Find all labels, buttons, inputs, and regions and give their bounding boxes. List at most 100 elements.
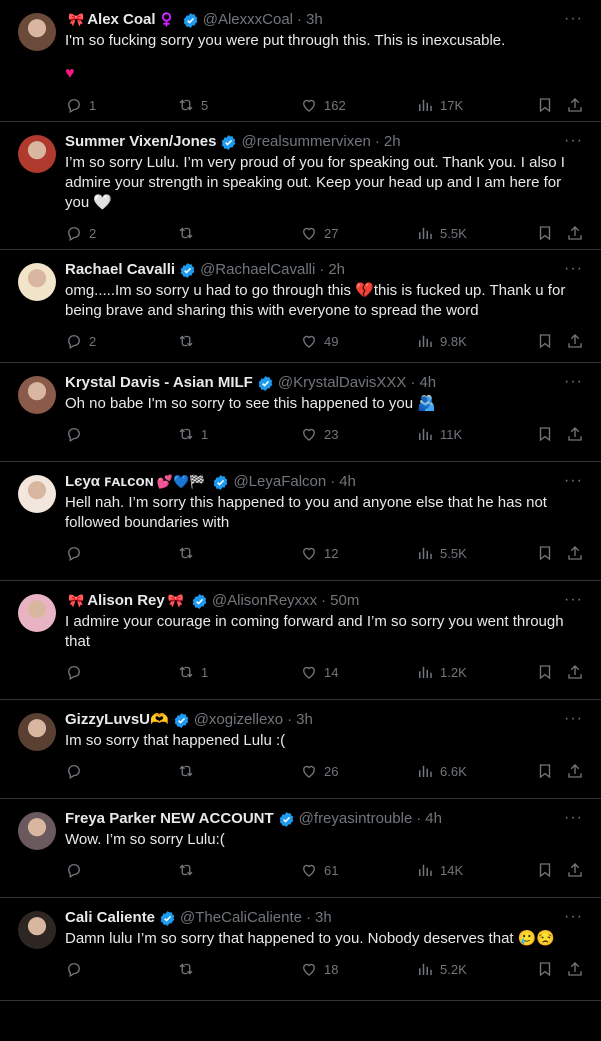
avatar[interactable] [18, 594, 56, 632]
timestamp[interactable]: 50m [330, 591, 359, 611]
retweet-button[interactable] [177, 544, 201, 562]
views-button[interactable]: 14K [416, 861, 463, 879]
timestamp[interactable]: 2h [328, 260, 345, 280]
reply-button[interactable] [65, 960, 89, 978]
views-button[interactable]: 1.2K [416, 663, 467, 681]
user-handle[interactable]: @AlisonReyxxx [212, 591, 317, 611]
display-name[interactable]: Krystal Davis - Asian MILF [65, 373, 253, 393]
bookmark-button[interactable] [536, 332, 554, 350]
avatar[interactable] [18, 812, 56, 850]
like-button[interactable]: 26 [300, 762, 338, 780]
avatar[interactable] [18, 475, 56, 513]
like-button[interactable]: 162 [300, 96, 346, 114]
user-handle[interactable]: @realsummervixen [241, 132, 370, 152]
like-button[interactable]: 12 [300, 544, 338, 562]
user-handle[interactable]: @LeyaFalcon [233, 472, 326, 492]
share-button[interactable] [566, 861, 584, 879]
user-handle[interactable]: @xogizellexo [194, 710, 283, 730]
more-icon[interactable]: ··· [564, 260, 583, 278]
like-button[interactable]: 18 [300, 960, 338, 978]
display-name[interactable]: GizzyLuvsU🫶 [65, 710, 169, 730]
retweet-button[interactable] [177, 960, 201, 978]
views-button[interactable]: 5.5K [416, 224, 467, 242]
timestamp[interactable]: 3h [315, 908, 332, 928]
share-button[interactable] [566, 544, 584, 562]
tweet[interactable]: Summer Vixen/Jones @realsummervixen · 2h… [0, 122, 601, 250]
bookmark-button[interactable] [536, 762, 554, 780]
tweet[interactable]: Freya Parker NEW ACCOUNT @freyasintroubl… [0, 799, 601, 898]
like-button[interactable]: 14 [300, 663, 338, 681]
display-name[interactable]: Freya Parker NEW ACCOUNT [65, 809, 274, 829]
share-button[interactable] [566, 762, 584, 780]
avatar[interactable] [18, 376, 56, 414]
reply-button[interactable] [65, 425, 89, 443]
share-button[interactable] [566, 663, 584, 681]
like-button[interactable]: 49 [300, 332, 338, 350]
tweet[interactable]: GizzyLuvsU🫶 @xogizellexo · 3h ··· Im so … [0, 700, 601, 799]
retweet-button[interactable] [177, 762, 201, 780]
bookmark-button[interactable] [536, 544, 554, 562]
user-handle[interactable]: @AlexxxCoal [203, 10, 293, 30]
tweet[interactable]: Krystal Davis - Asian MILF @KrystalDavis… [0, 363, 601, 462]
more-icon[interactable]: ··· [564, 132, 583, 150]
reply-button[interactable]: 1 [65, 96, 96, 114]
display-name[interactable]: Rachael Cavalli [65, 260, 175, 280]
like-button[interactable]: 61 [300, 861, 338, 879]
more-icon[interactable]: ··· [564, 373, 583, 391]
display-name[interactable]: Lєуα ꜰᴀʟᴄᴏɴ [65, 472, 154, 492]
reply-button[interactable]: 2 [65, 224, 96, 242]
share-button[interactable] [566, 332, 584, 350]
display-name[interactable]: Alex Coal [87, 10, 155, 30]
like-button[interactable]: 27 [300, 224, 338, 242]
retweet-button[interactable] [177, 224, 201, 242]
bookmark-button[interactable] [536, 861, 554, 879]
views-button[interactable]: 11K [416, 425, 462, 443]
more-icon[interactable]: ··· [564, 908, 583, 926]
tweet[interactable]: Lєуα ꜰᴀʟᴄᴏɴ 💕💙🏁 @LeyaFalcon · 4h ··· Hel… [0, 462, 601, 581]
retweet-button[interactable] [177, 332, 201, 350]
reply-button[interactable] [65, 762, 89, 780]
tweet[interactable]: Rachael Cavalli @RachaelCavalli · 2h ···… [0, 250, 601, 363]
timestamp[interactable]: 3h [306, 10, 323, 30]
bookmark-button[interactable] [536, 663, 554, 681]
timestamp[interactable]: 4h [339, 472, 356, 492]
reply-button[interactable] [65, 663, 89, 681]
reply-button[interactable]: 2 [65, 332, 96, 350]
retweet-button[interactable]: 1 [177, 425, 208, 443]
more-icon[interactable]: ··· [564, 472, 583, 490]
views-button[interactable]: 5.5K [416, 544, 467, 562]
avatar[interactable] [18, 263, 56, 301]
user-handle[interactable]: @RachaelCavalli [200, 260, 315, 280]
timestamp[interactable]: 2h [384, 132, 401, 152]
share-button[interactable] [566, 960, 584, 978]
display-name[interactable]: Alison Rey [87, 591, 165, 611]
views-button[interactable]: 17K [416, 96, 463, 114]
views-button[interactable]: 5.2K [416, 960, 467, 978]
user-handle[interactable]: @KrystalDavisXXX [278, 373, 407, 393]
reply-button[interactable] [65, 544, 89, 562]
avatar[interactable] [18, 135, 56, 173]
timestamp[interactable]: 3h [296, 710, 313, 730]
retweet-button[interactable] [177, 861, 201, 879]
tweet[interactable]: Cali Caliente @TheCaliCaliente · 3h ··· … [0, 898, 601, 1001]
more-icon[interactable]: ··· [564, 10, 583, 28]
user-handle[interactable]: @freyasintrouble [299, 809, 413, 829]
more-icon[interactable]: ··· [564, 809, 583, 827]
like-button[interactable]: 23 [300, 425, 338, 443]
more-icon[interactable]: ··· [564, 591, 583, 609]
share-button[interactable] [566, 96, 584, 114]
bookmark-button[interactable] [536, 960, 554, 978]
views-button[interactable]: 6.6K [416, 762, 467, 780]
timestamp[interactable]: 4h [425, 809, 442, 829]
display-name[interactable]: Summer Vixen/Jones [65, 132, 216, 152]
bookmark-button[interactable] [536, 425, 554, 443]
avatar[interactable] [18, 713, 56, 751]
share-button[interactable] [566, 224, 584, 242]
avatar[interactable] [18, 911, 56, 949]
tweet[interactable]: 🎀 Alison Rey 🎀 @AlisonReyxxx · 50m ··· I… [0, 581, 601, 700]
avatar[interactable] [18, 13, 56, 51]
bookmark-button[interactable] [536, 224, 554, 242]
user-handle[interactable]: @TheCaliCaliente [180, 908, 302, 928]
more-icon[interactable]: ··· [564, 710, 583, 728]
reply-button[interactable] [65, 861, 89, 879]
